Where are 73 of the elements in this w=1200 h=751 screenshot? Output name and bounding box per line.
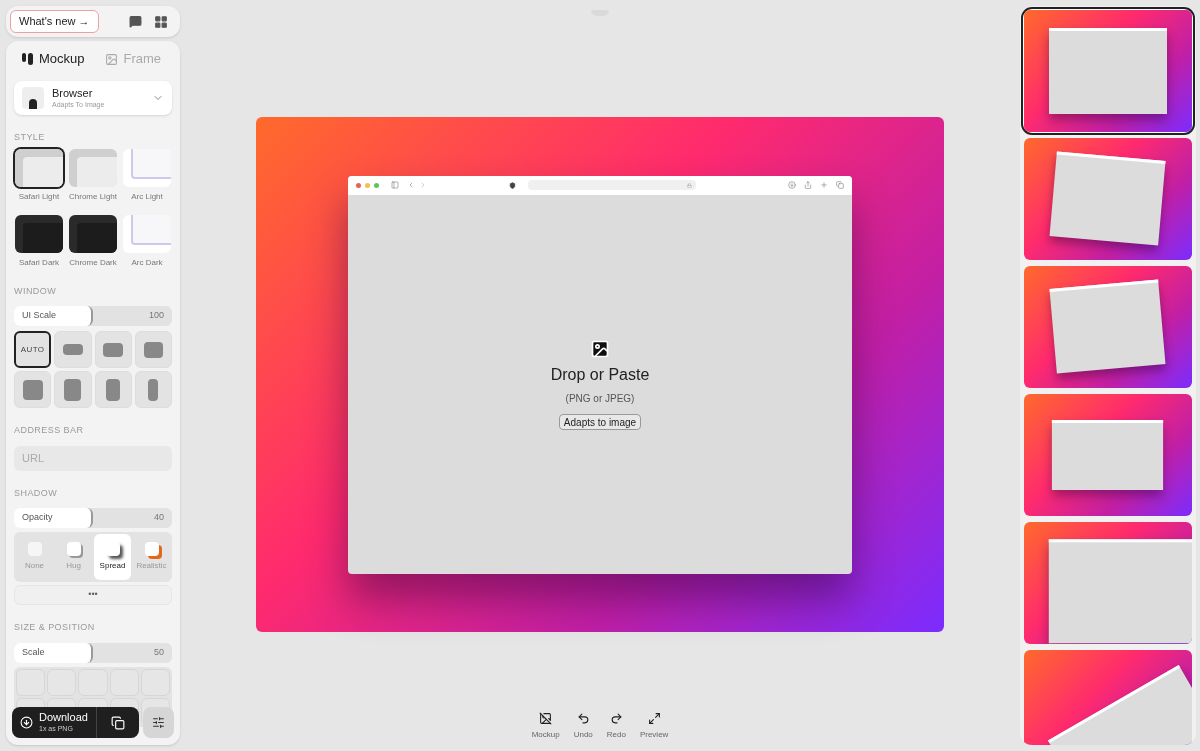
toolbar-button[interactable]: Redo: [606, 712, 626, 741]
window-shape-icon: [148, 378, 159, 401]
preset-thumbnail[interactable]: [1024, 394, 1192, 516]
download-icon: [788, 181, 796, 189]
plus-icon: [820, 181, 828, 189]
mockup-icon: [539, 712, 553, 725]
settings-icon: [152, 716, 165, 729]
preset-thumbnail[interactable]: [1024, 522, 1192, 644]
mode-tab[interactable]: Mockup: [22, 49, 85, 69]
back-icon: [407, 181, 415, 189]
chat-icon[interactable]: [129, 15, 142, 28]
download-icon: [20, 716, 33, 729]
adapts-button[interactable]: Adapts to image: [558, 413, 642, 430]
more-button[interactable]: •••: [14, 585, 172, 605]
share-icon: [804, 181, 812, 189]
device-thumbnail: [22, 87, 44, 109]
shield-icon: [509, 181, 516, 189]
size-button[interactable]: [134, 371, 172, 408]
slider[interactable]: Scale 50: [14, 642, 172, 663]
sidebar-icon: [391, 181, 399, 189]
size-button[interactable]: [94, 371, 132, 408]
toolbar-button[interactable]: Preview: [639, 712, 669, 741]
slider-value: 50: [154, 645, 164, 659]
slider[interactable]: UI Scale 100: [14, 306, 172, 326]
mockup-icon: [22, 53, 33, 65]
preset-thumbnail[interactable]: [1024, 10, 1192, 132]
window-shape-icon: [103, 342, 124, 357]
forward-icon: [419, 181, 427, 189]
section-heading: SIZE & POSITION: [14, 621, 96, 634]
size-button[interactable]: [134, 331, 172, 368]
window-shape-icon: [106, 378, 121, 401]
copy-icon[interactable]: [110, 715, 125, 730]
auto-size-button[interactable]: AUTO: [14, 331, 52, 368]
slider-label: UI Scale: [22, 309, 56, 323]
format-hint: (PNG or JPEG): [565, 391, 635, 406]
size-button[interactable]: [14, 371, 52, 408]
window-shape-icon: [22, 379, 43, 400]
slider-value: 40: [154, 511, 164, 525]
slider-label: Scale: [22, 645, 45, 659]
size-button[interactable]: [54, 371, 92, 408]
slider-value: 100: [148, 309, 164, 323]
url-field[interactable]: URL: [14, 445, 172, 471]
tabs-icon: [836, 181, 844, 189]
size-button[interactable]: [54, 331, 92, 368]
traffic-lights-icon: [356, 182, 379, 188]
whats-new-button[interactable]: What's new →: [10, 10, 99, 33]
section-heading: SHADOW: [14, 486, 59, 500]
undo-icon: [576, 712, 590, 725]
preset-thumbnail[interactable]: [1024, 650, 1192, 745]
export-settings-button[interactable]: [143, 707, 174, 738]
preset-thumbnail[interactable]: [1024, 138, 1192, 260]
shadow-preview-icon: [144, 542, 159, 556]
window-shape-icon: [143, 341, 163, 358]
preview-icon: [647, 712, 661, 725]
toolbar-button[interactable]: Undo: [573, 712, 593, 741]
slider-label: Opacity: [22, 511, 53, 525]
lock-icon: [687, 182, 692, 188]
drop-title: Drop or Paste: [550, 364, 650, 385]
image-icon: [590, 338, 610, 359]
slider[interactable]: Opacity 40: [14, 508, 172, 528]
section-heading: STYLE: [14, 131, 46, 144]
window-shape-icon: [64, 378, 82, 401]
shadow-option[interactable]: Spread: [94, 534, 131, 580]
grid-icon[interactable]: [154, 14, 168, 29]
preset-thumbnail[interactable]: [1024, 266, 1192, 388]
window-shape-icon: [62, 344, 83, 355]
toolbar-button[interactable]: Mockup: [531, 712, 560, 741]
image-icon: [104, 52, 118, 66]
redo-icon: [609, 712, 623, 725]
shadow-preview-icon: [66, 542, 81, 556]
section-heading: WINDOW: [14, 284, 58, 298]
section-heading: ADDRESS BAR: [14, 424, 85, 437]
size-button[interactable]: [94, 331, 132, 368]
